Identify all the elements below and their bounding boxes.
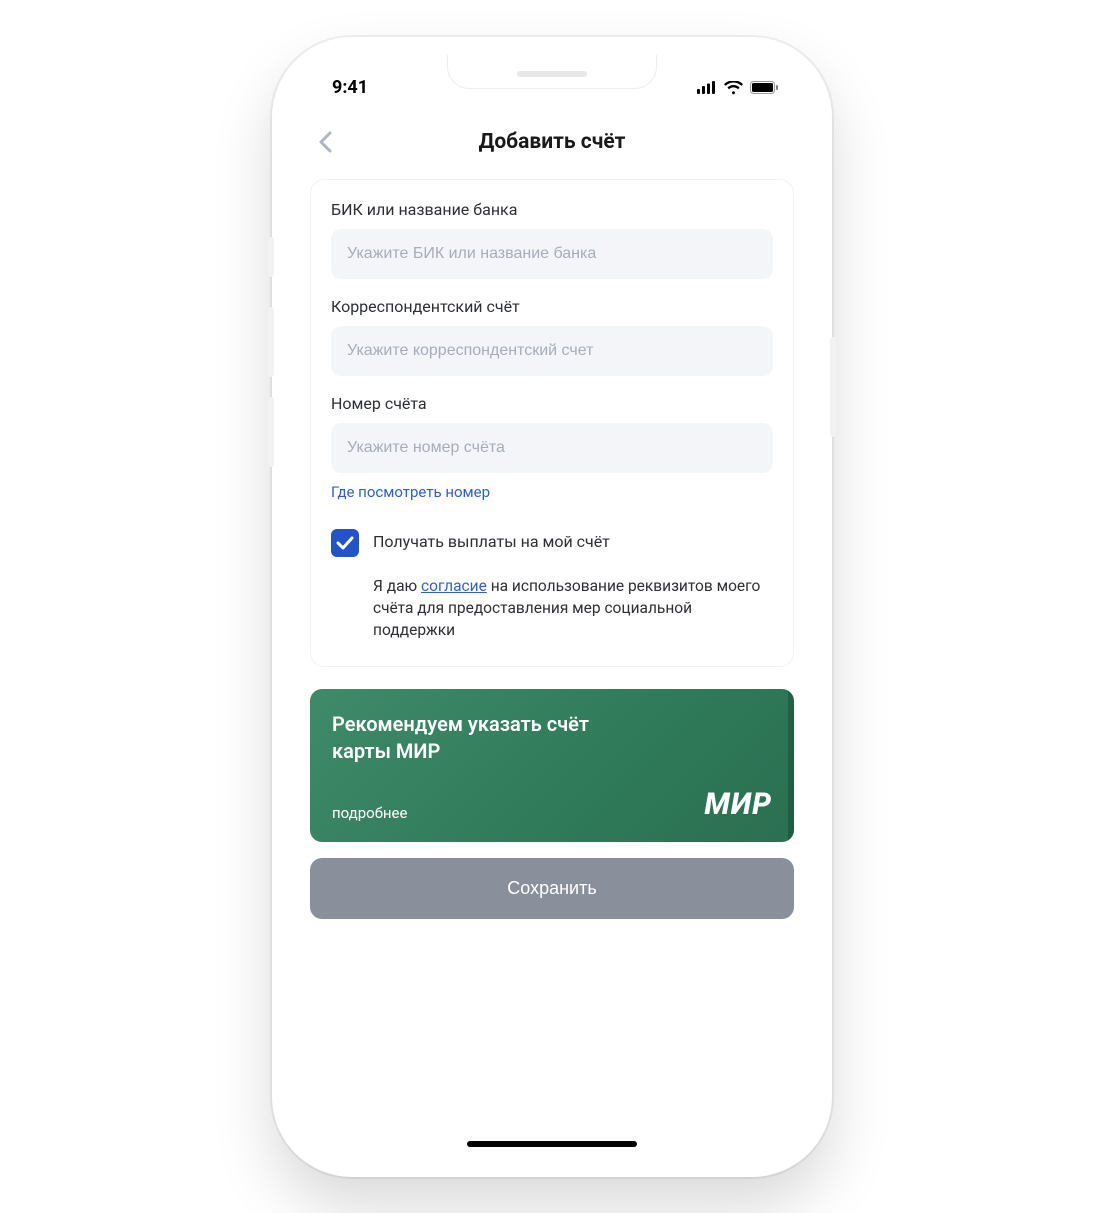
phone-frame: 9:41 Добавить счёт БИК или название банк… (272, 37, 832, 1177)
promo-bottom-row: подробнее МИР (332, 787, 772, 822)
side-button (268, 307, 274, 377)
promo-mir-card[interactable]: Рекомендуем указать счёт карты МИР подро… (310, 689, 794, 842)
mir-logo: МИР (704, 787, 772, 822)
input-bank[interactable] (331, 229, 773, 279)
status-time: 9:41 (332, 77, 368, 98)
side-button (268, 237, 274, 277)
checkbox-label: Получать выплаты на мой счёт (373, 529, 610, 551)
label-bank: БИК или название банка (331, 200, 773, 219)
form-card: БИК или название банка Корреспондентский… (310, 179, 794, 667)
consent-text: Я даю согласие на использование реквизит… (373, 575, 773, 642)
input-corr-account[interactable] (331, 326, 773, 376)
side-button (268, 397, 274, 467)
input-account-number[interactable] (331, 423, 773, 473)
content-area: БИК или название банка Корреспондентский… (290, 179, 814, 1159)
check-icon (336, 536, 354, 550)
side-button (830, 337, 836, 437)
label-account-number: Номер счёта (331, 394, 773, 413)
nav-header: Добавить счёт (290, 113, 814, 179)
consent-prefix: Я даю (373, 577, 421, 595)
wifi-icon (724, 81, 743, 95)
checkbox-receive-payments-row: Получать выплаты на мой счёт (331, 529, 773, 557)
home-indicator[interactable] (467, 1141, 637, 1147)
field-corr-account: Корреспондентский счёт (331, 297, 773, 376)
field-account-number: Номер счёта Где посмотреть номер (331, 394, 773, 501)
status-indicators (697, 81, 778, 95)
battery-icon (750, 81, 778, 94)
phone-notch (447, 55, 657, 89)
phone-screen: 9:41 Добавить счёт БИК или название банк… (290, 55, 814, 1159)
promo-more-link[interactable]: подробнее (332, 804, 407, 822)
checkbox-receive-payments[interactable] (331, 529, 359, 557)
link-where-to-find-number[interactable]: Где посмотреть номер (331, 483, 490, 501)
promo-title: Рекомендуем указать счёт карты МИР (332, 711, 632, 765)
cellular-icon (697, 81, 717, 94)
back-button[interactable] (310, 127, 340, 157)
save-button[interactable]: Сохранить (310, 858, 794, 919)
consent-link[interactable]: согласие (421, 577, 487, 595)
chevron-left-icon (318, 131, 332, 153)
label-corr-account: Корреспондентский счёт (331, 297, 773, 316)
page-title: Добавить счёт (479, 130, 626, 154)
field-bank: БИК или название банка (331, 200, 773, 279)
